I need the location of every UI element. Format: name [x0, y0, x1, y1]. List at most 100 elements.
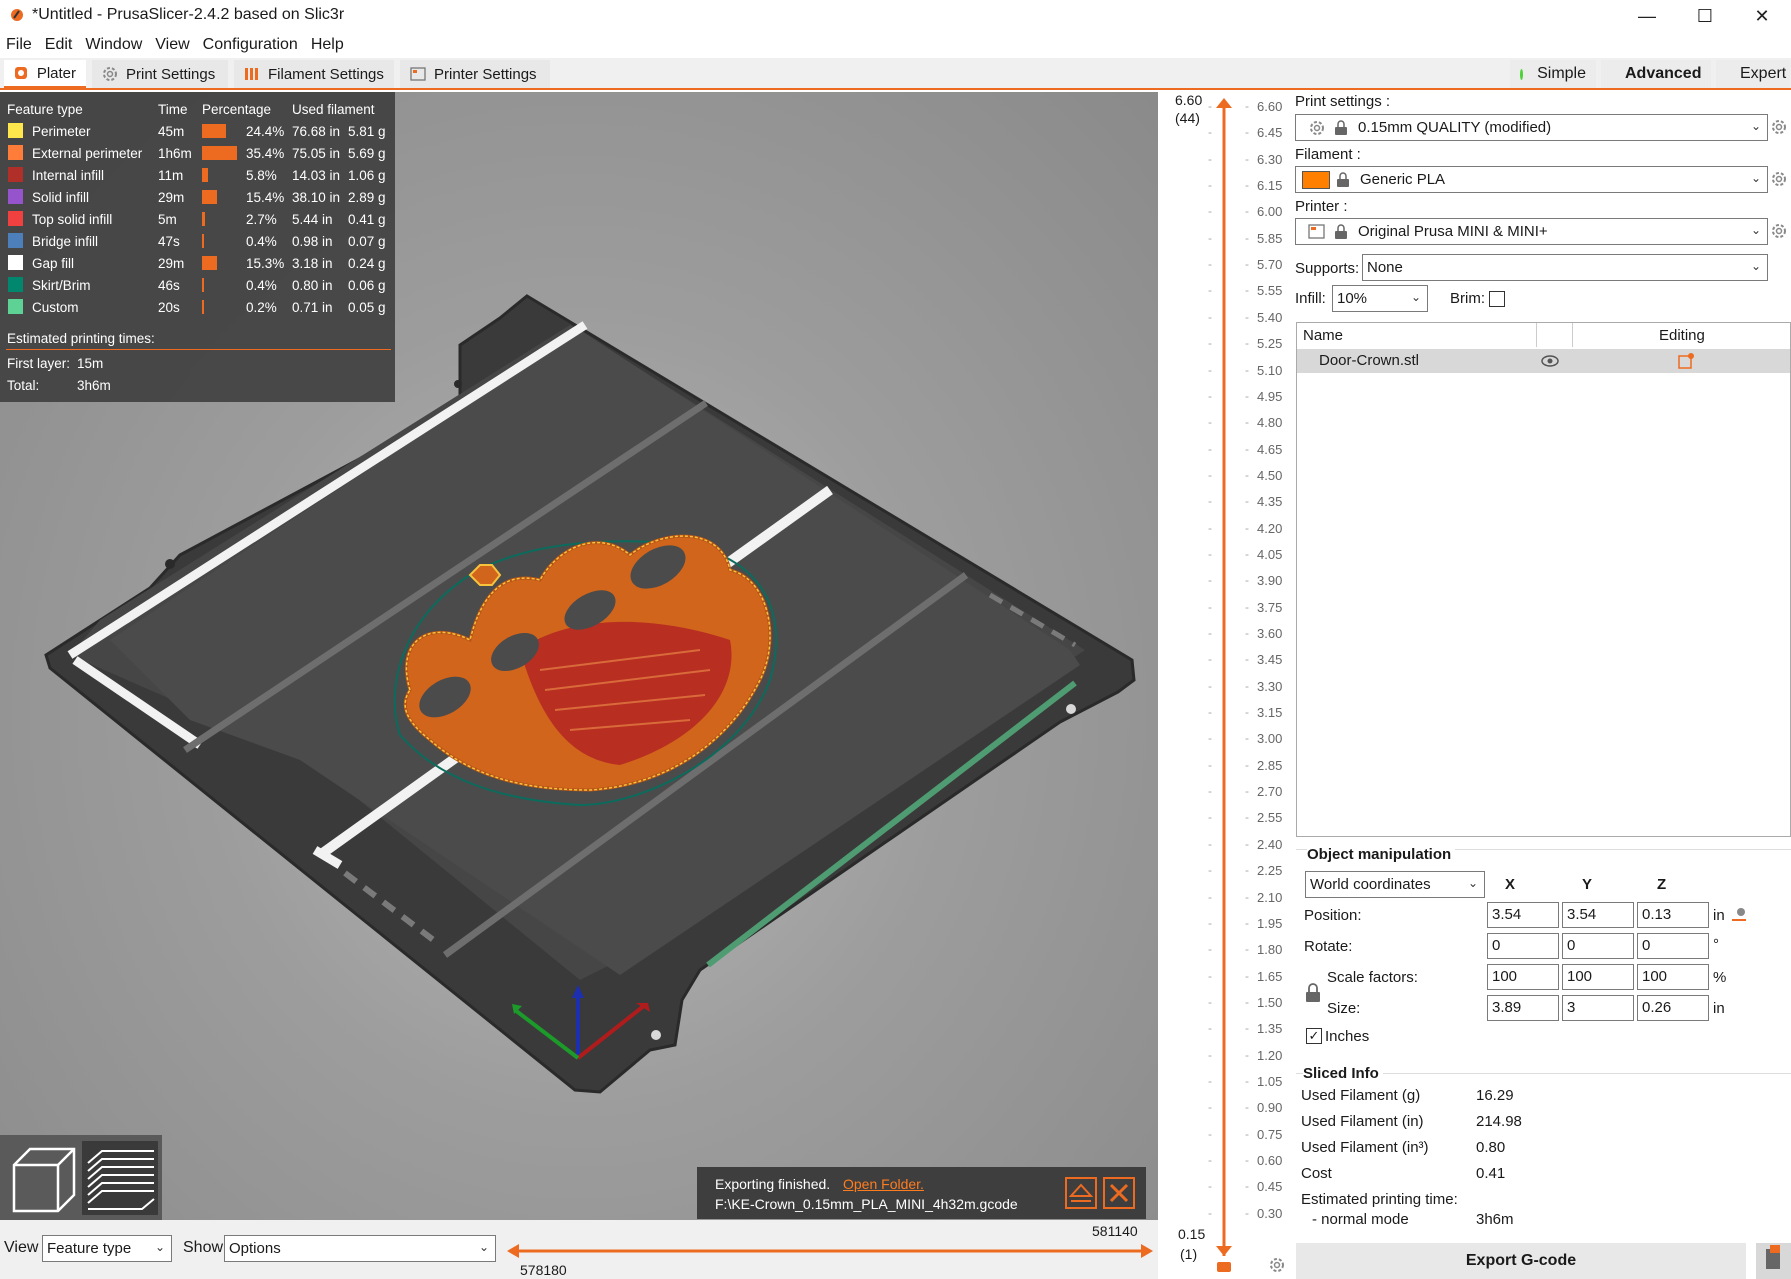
layer-bottom-index: (1)	[1180, 1246, 1198, 1262]
rotate-z-input[interactable]: 0	[1637, 933, 1709, 959]
eye-icon[interactable]	[1541, 353, 1559, 369]
tab-printer-settings[interactable]: Printer Settings	[400, 60, 550, 88]
layer-tick-label: 3.60	[1257, 626, 1283, 641]
menu-edit[interactable]: Edit	[39, 32, 80, 58]
close-button[interactable]: ✕	[1733, 0, 1791, 32]
layer-tick-label: 4.65	[1257, 441, 1283, 457]
menu-window[interactable]: Window	[79, 32, 149, 58]
print-settings-gear-icon[interactable]	[1770, 118, 1788, 136]
show-label: Show	[183, 1239, 224, 1256]
export-gcode-button[interactable]: Export G-code	[1296, 1243, 1746, 1279]
legend-percentage-bar	[202, 168, 208, 182]
layer-tick-label: 4.50	[1257, 467, 1283, 483]
eject-button[interactable]	[1065, 1177, 1097, 1209]
view-type-select[interactable]: Feature type ⌄	[42, 1235, 172, 1262]
total-value: 3h6m	[77, 378, 111, 393]
layer-top-thumb-icon	[1216, 98, 1232, 108]
supports-select[interactable]: None ⌄	[1362, 254, 1768, 281]
size-x-input[interactable]: 3.89	[1487, 995, 1559, 1021]
legend-row[interactable]: Custom 20s 0.2% 0.71 in 0.05 g	[0, 296, 395, 318]
printer-select[interactable]: Original Prusa MINI & MINI+ ⌄	[1295, 218, 1768, 245]
print-settings-select[interactable]: 0.15mm QUALITY (modified) ⌄	[1295, 114, 1768, 141]
preview-button[interactable]	[82, 1141, 158, 1215]
tick-mark: -	[1208, 388, 1212, 403]
legend-row[interactable]: External perimeter 1h6m 35.4% 75.05 in 5.69 …	[0, 142, 395, 164]
scale-lock-icon[interactable]	[1305, 983, 1321, 1003]
open-folder-link[interactable]: Open Folder.	[843, 1176, 924, 1192]
layer-tick-label: 3.75	[1257, 599, 1283, 615]
legend-swatch	[8, 255, 23, 270]
send-to-printer-button[interactable]	[1756, 1243, 1791, 1279]
minimize-button[interactable]: —	[1618, 0, 1676, 32]
layer-tick-label: 3.30	[1257, 678, 1283, 694]
horizontal-slider[interactable]	[505, 1240, 1155, 1262]
printer-gear-icon[interactable]	[1770, 222, 1788, 240]
tab-plater[interactable]: Plater	[4, 60, 86, 88]
legend-row[interactable]: Perimeter 45m 24.4% 76.68 in 5.81 g	[0, 120, 395, 142]
legend-time: 45m	[158, 124, 185, 139]
legend-header-percentage: Percentage	[202, 102, 272, 117]
scale-z-input[interactable]: 100	[1637, 964, 1709, 990]
close-notification-button[interactable]	[1103, 1177, 1135, 1209]
filament-label: Filament :	[1295, 146, 1361, 163]
edit-icon[interactable]	[1677, 352, 1695, 370]
menu-file[interactable]: File	[0, 32, 39, 58]
printer-value: Original Prusa MINI & MINI+	[1358, 223, 1548, 240]
rotate-x-input[interactable]: 0	[1487, 933, 1559, 959]
legend-feature-name: Gap fill	[32, 256, 75, 271]
legend-row[interactable]: Solid infill 29m 15.4% 38.10 in 2.89 g	[0, 186, 395, 208]
legend-percentage-bar	[202, 278, 204, 292]
legend-row[interactable]: Top solid infill 5m 2.7% 5.44 in 0.41 g	[0, 208, 395, 230]
tick-mark: -	[1245, 336, 1249, 351]
layer-tick-label: 1.80	[1257, 942, 1283, 958]
infill-select[interactable]: 10% ⌄	[1332, 285, 1428, 312]
mode-simple[interactable]: Simple	[1510, 60, 1596, 88]
object-list[interactable]: Name Editing Door-Crown.stl	[1296, 322, 1791, 837]
layer-tick-label: 0.75	[1257, 1126, 1283, 1142]
layer-slider[interactable]	[1210, 96, 1240, 1276]
coordinates-select[interactable]: World coordinates ⌄	[1305, 871, 1485, 898]
layer-tick-label: 2.85	[1257, 757, 1283, 773]
object-row[interactable]: Door-Crown.stl	[1297, 349, 1790, 373]
lock-icon	[1217, 1262, 1231, 1272]
tab-filament-settings[interactable]: Filament Settings	[234, 60, 394, 88]
tick-mark: -	[1208, 652, 1212, 667]
legend-row[interactable]: Internal infill 11m 5.8% 14.03 in 1.06 g	[0, 164, 395, 186]
show-options-select[interactable]: Options ⌄	[224, 1235, 496, 1262]
mode-advanced[interactable]: Advanced	[1601, 60, 1711, 88]
brim-checkbox[interactable]	[1489, 291, 1505, 307]
menu-configuration[interactable]: Configuration	[197, 32, 305, 58]
scale-x-input[interactable]: 100	[1487, 964, 1559, 990]
mode-expert[interactable]: Expert	[1716, 60, 1790, 88]
maximize-button[interactable]: ☐	[1676, 0, 1734, 32]
tab-print-settings[interactable]: Print Settings	[92, 60, 228, 88]
size-y-input[interactable]: 3	[1562, 995, 1634, 1021]
legend-row[interactable]: Bridge infill 47s 0.4% 0.98 in 0.07 g	[0, 230, 395, 252]
filament-gear-icon[interactable]	[1770, 170, 1788, 188]
tick-mark: -	[1245, 1153, 1249, 1167]
tick-mark: -	[1208, 362, 1212, 377]
legend-percentage-bar	[202, 212, 205, 226]
scale-y-input[interactable]: 100	[1562, 964, 1634, 990]
menu-help[interactable]: Help	[305, 32, 351, 58]
tick-mark: -	[1245, 599, 1249, 614]
3d-view-button[interactable]	[6, 1143, 78, 1213]
tick-mark: -	[1245, 705, 1249, 720]
drop-to-bed-icon[interactable]	[1730, 906, 1748, 922]
legend-row[interactable]: Skirt/Brim 46s 0.4% 0.80 in 0.06 g	[0, 274, 395, 296]
rotate-y-input[interactable]: 0	[1562, 933, 1634, 959]
size-z-input[interactable]: 0.26	[1637, 995, 1709, 1021]
tick-mark: -	[1245, 757, 1249, 772]
tick-mark: -	[1245, 230, 1249, 245]
legend-weight: 0.07 g	[348, 234, 386, 249]
legend-row[interactable]: Gap fill 29m 15.3% 3.18 in 0.24 g	[0, 252, 395, 274]
position-y-input[interactable]: 3.54	[1562, 902, 1634, 928]
inches-checkbox[interactable]: ✓	[1306, 1028, 1322, 1044]
position-x-input[interactable]: 3.54	[1487, 902, 1559, 928]
tick-mark: -	[1245, 573, 1249, 588]
filament-select[interactable]: Generic PLA ⌄	[1295, 166, 1768, 193]
layer-tick-label: 2.40	[1257, 836, 1283, 852]
position-z-input[interactable]: 0.13	[1637, 902, 1709, 928]
layer-settings-gear-icon[interactable]	[1268, 1256, 1286, 1274]
menu-view[interactable]: View	[149, 32, 196, 58]
